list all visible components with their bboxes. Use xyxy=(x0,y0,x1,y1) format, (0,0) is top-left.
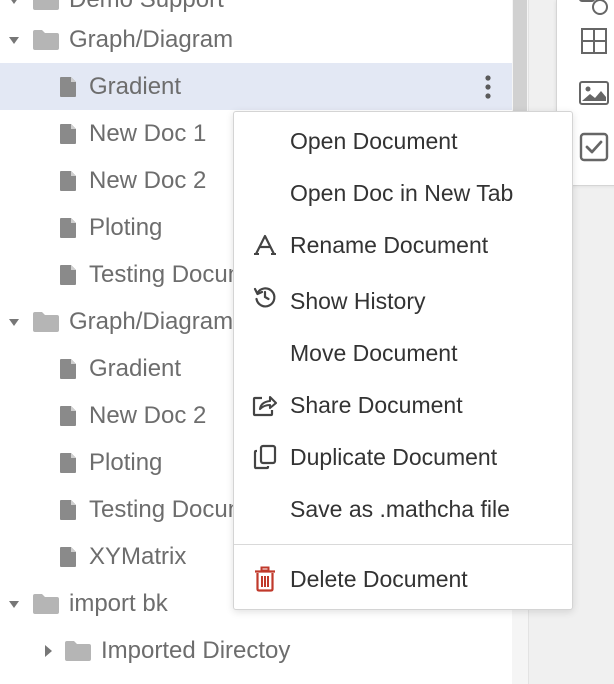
menu-share-document[interactable]: Share Document xyxy=(234,380,572,430)
menu-duplicate-document[interactable]: Duplicate Document xyxy=(234,432,572,482)
tree-item-label: Imported Directoy xyxy=(101,636,291,664)
menu-item-label: Save as .mathcha file xyxy=(290,495,510,522)
document-icon xyxy=(59,170,77,192)
menu-item-label: Open Doc in New Tab xyxy=(290,179,514,206)
document-icon xyxy=(59,76,77,98)
menu-item-label: Move Document xyxy=(290,339,458,366)
tree-folder-imported-directoy[interactable]: Imported Directoy xyxy=(0,627,512,674)
scrollbar-thumb[interactable] xyxy=(513,0,527,112)
shapes-icon[interactable] xyxy=(577,0,611,18)
menu-save-as-mathcha[interactable]: Save as .mathcha file xyxy=(234,484,572,534)
folder-icon xyxy=(32,593,60,615)
caret-down-icon[interactable] xyxy=(7,33,21,47)
tree-item-label: import bk xyxy=(69,589,168,617)
menu-item-label: Open Document xyxy=(290,127,458,154)
trash-icon xyxy=(250,564,280,594)
folder-icon xyxy=(64,640,92,662)
caret-down-icon[interactable] xyxy=(7,0,21,7)
tree-item-label: Graph/Diagram xyxy=(69,307,234,335)
menu-item-label: Share Document xyxy=(290,391,463,418)
caret-right-icon[interactable] xyxy=(41,644,55,658)
caret-down-icon[interactable] xyxy=(7,597,21,611)
tree-item-label: New Doc 1 xyxy=(89,119,207,147)
menu-rename-document[interactable]: Rename Document xyxy=(234,220,572,270)
folder-icon xyxy=(32,311,60,333)
share-icon xyxy=(250,390,280,420)
tree-item-label: Ploting xyxy=(89,213,163,241)
menu-open-doc-new-tab[interactable]: Open Doc in New Tab xyxy=(234,168,572,218)
menu-delete-document[interactable]: Delete Document xyxy=(234,554,572,604)
rename-icon xyxy=(250,230,280,260)
checkbox-icon[interactable] xyxy=(577,130,611,164)
tree-item-label: Ploting xyxy=(89,448,163,476)
tree-doc-gradient-selected[interactable]: Gradient xyxy=(0,63,512,110)
tree-item-label: Demo Support xyxy=(69,0,224,12)
menu-show-history[interactable]: Show History xyxy=(234,276,572,326)
document-icon xyxy=(59,217,77,239)
document-icon xyxy=(59,264,77,286)
caret-down-icon[interactable] xyxy=(7,315,21,329)
document-context-menu: Open Document Open Doc in New Tab Rename… xyxy=(233,111,573,610)
tree-folder-graph-diagram[interactable]: Graph/Diagram xyxy=(0,16,512,63)
tree-item-label: Gradient xyxy=(89,354,182,382)
document-icon xyxy=(59,123,77,145)
folder-icon xyxy=(32,0,60,11)
menu-open-document[interactable]: Open Document xyxy=(234,116,572,166)
menu-item-label: Show History xyxy=(290,287,426,314)
folder-icon xyxy=(32,29,60,51)
tree-item-label: New Doc 2 xyxy=(89,166,207,194)
menu-divider xyxy=(234,544,572,545)
table-icon[interactable] xyxy=(577,24,611,58)
more-options-icon[interactable] xyxy=(480,74,496,100)
history-icon xyxy=(250,282,280,312)
tree-item-label: Graph/Diagram xyxy=(69,25,234,53)
image-icon[interactable] xyxy=(577,76,611,110)
document-icon xyxy=(59,499,77,521)
menu-item-label: Duplicate Document xyxy=(290,443,498,470)
menu-move-document[interactable]: Move Document xyxy=(234,328,572,378)
document-icon xyxy=(59,452,77,474)
document-icon xyxy=(59,358,77,380)
tree-item-label: Gradient xyxy=(89,72,182,100)
document-icon xyxy=(59,405,77,427)
tree-item-label: New Doc 2 xyxy=(89,401,207,429)
tree-item-label: XYMatrix xyxy=(89,542,187,570)
menu-item-label: Rename Document xyxy=(290,231,489,258)
menu-item-label: Delete Document xyxy=(290,565,468,592)
document-icon xyxy=(59,546,77,568)
duplicate-icon xyxy=(250,442,280,472)
